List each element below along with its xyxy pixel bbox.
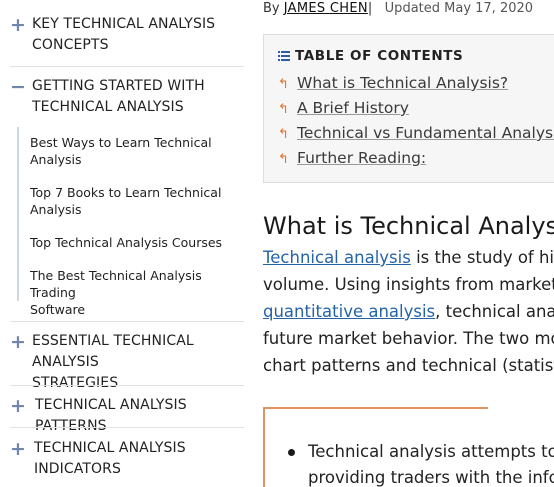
technical-analysis-link[interactable]: Technical analysis — [263, 248, 411, 267]
curved-arrow-icon: ↰ — [278, 152, 289, 167]
title-line: KEY TECHNICAL ANALYSIS — [32, 16, 216, 32]
para-line: quantitative analysis, technical analyst — [263, 298, 554, 325]
para-line: Technical analysis is the study of histo… — [263, 244, 554, 271]
sidebar-section-title[interactable]: TECHNICAL ANALYSIS INDICATORS — [34, 438, 186, 480]
plus-icon[interactable]: + — [10, 16, 26, 35]
minus-icon[interactable]: − — [10, 78, 26, 97]
list-icon — [278, 51, 290, 61]
item-line: Top Technical Analysis Courses — [30, 235, 223, 250]
article-paragraph: Technical analysis is the study of histo… — [263, 244, 554, 379]
sidebar-nav: + KEY TECHNICAL ANALYSIS CONCEPTS − GETT… — [0, 0, 244, 487]
para-line: future market behavior. The two most c — [263, 329, 554, 348]
title-line: TECHNICAL ANALYSIS — [34, 440, 186, 456]
sidebar-item-top-books[interactable]: Top 7 Books to Learn Technical Analysis — [30, 184, 244, 218]
item-line: Analysis — [30, 202, 82, 217]
sidebar-section-key-concepts[interactable]: + KEY TECHNICAL ANALYSIS CONCEPTS — [10, 12, 244, 58]
title-line: TECHNICAL ANALYSIS PATTERNS — [35, 397, 187, 434]
title-line: STRATEGIES — [32, 375, 119, 391]
toc-heading: TABLE OF CONTENTS — [278, 48, 463, 64]
item-line: The Best Technical Analysis Trading — [30, 268, 202, 300]
divider — [10, 66, 244, 67]
submenu-indicator-bar — [17, 127, 19, 301]
byline-separator: | — [367, 1, 373, 16]
plus-icon[interactable]: + — [10, 440, 26, 459]
sidebar-item-best-ways[interactable]: Best Ways to Learn Technical Analysis — [30, 134, 244, 168]
sidebar-section-indicators[interactable]: + TECHNICAL ANALYSIS INDICATORS — [10, 438, 244, 484]
item-line: Top 7 Books to Learn Technical — [30, 185, 222, 200]
para-text: , technical analyst — [435, 302, 554, 321]
callout-border-left — [263, 407, 265, 487]
bullet-line: providing traders with the inform — [308, 468, 554, 487]
sidebar-item-trading-software[interactable]: The Best Technical Analysis Trading Soft… — [30, 267, 244, 318]
title-line: GETTING STARTED WITH — [32, 78, 205, 94]
divider — [10, 321, 244, 322]
toc-item[interactable]: ↰ A Brief History — [278, 98, 409, 120]
curved-arrow-icon: ↰ — [278, 127, 289, 142]
sidebar-section-title[interactable]: KEY TECHNICAL ANALYSIS CONCEPTS — [32, 14, 215, 56]
section-heading: What is Technical Analysis? — [263, 212, 554, 240]
by-prefix: By — [263, 1, 280, 16]
sidebar-section-title[interactable]: TECHNICAL ANALYSIS PATTERNS — [35, 395, 244, 437]
byline: By JAMES CHEN| Updated May 17, 2020 — [263, 0, 533, 18]
para-line: volume. Using insights from market psy — [263, 275, 554, 294]
toc-item[interactable]: ↰ Further Reading: — [278, 148, 426, 170]
toc-link[interactable]: What is Technical Analysis? — [297, 74, 508, 92]
divider — [10, 385, 244, 386]
title-line: CONCEPTS — [32, 37, 109, 53]
bullet-dot — [288, 449, 295, 456]
curved-arrow-icon: ↰ — [278, 102, 289, 117]
title-line: ESSENTIAL TECHNICAL ANALYSIS — [32, 333, 194, 370]
sidebar-section-getting-started[interactable]: − GETTING STARTED WITH TECHNICAL ANALYSI… — [10, 76, 244, 122]
item-line: Analysis — [30, 152, 82, 167]
plus-icon[interactable]: + — [10, 333, 26, 352]
sidebar-item-top-courses[interactable]: Top Technical Analysis Courses — [30, 234, 244, 251]
item-line: Software — [30, 302, 86, 317]
plus-icon[interactable]: + — [10, 397, 26, 416]
sidebar-section-strategies[interactable]: + ESSENTIAL TECHNICAL ANALYSIS STRATEGIE… — [10, 331, 244, 392]
para-text: is the study of histor — [416, 248, 554, 267]
title-line: TECHNICAL ANALYSIS — [32, 99, 184, 115]
sidebar-section-patterns[interactable]: + TECHNICAL ANALYSIS PATTERNS — [10, 395, 244, 435]
divider — [10, 427, 244, 428]
toc-link[interactable]: A Brief History — [297, 99, 409, 117]
sidebar-section-title[interactable]: GETTING STARTED WITH TECHNICAL ANALYSIS — [32, 76, 205, 118]
article-main: By JAMES CHEN| Updated May 17, 2020 TABL… — [263, 0, 554, 487]
toc-item[interactable]: ↰ What is Technical Analysis? — [278, 73, 508, 95]
bullet-line: Technical analysis attempts to pre — [308, 442, 554, 461]
title-line: INDICATORS — [34, 461, 121, 477]
updated-date: Updated May 17, 2020 — [384, 1, 534, 16]
item-line: Best Ways to Learn Technical — [30, 135, 212, 150]
para-line: chart patterns and technical (statistica… — [263, 356, 554, 375]
toc-heading-text: TABLE OF CONTENTS — [295, 48, 464, 64]
author-link[interactable]: JAMES CHEN — [284, 1, 368, 16]
toc-item[interactable]: ↰ Technical vs Fundamental Analysis — [278, 123, 554, 145]
callout-bullet: Technical analysis attempts to pre provi… — [308, 439, 554, 487]
toc-link[interactable]: Technical vs Fundamental Analysis — [297, 124, 554, 142]
curved-arrow-icon: ↰ — [278, 77, 289, 92]
toc-link[interactable]: Further Reading: — [297, 149, 426, 167]
quantitative-analysis-link[interactable]: quantitative analysis — [263, 302, 435, 321]
table-of-contents: TABLE OF CONTENTS ↰ What is Technical Ana… — [263, 34, 554, 183]
callout-border-top — [263, 407, 488, 409]
